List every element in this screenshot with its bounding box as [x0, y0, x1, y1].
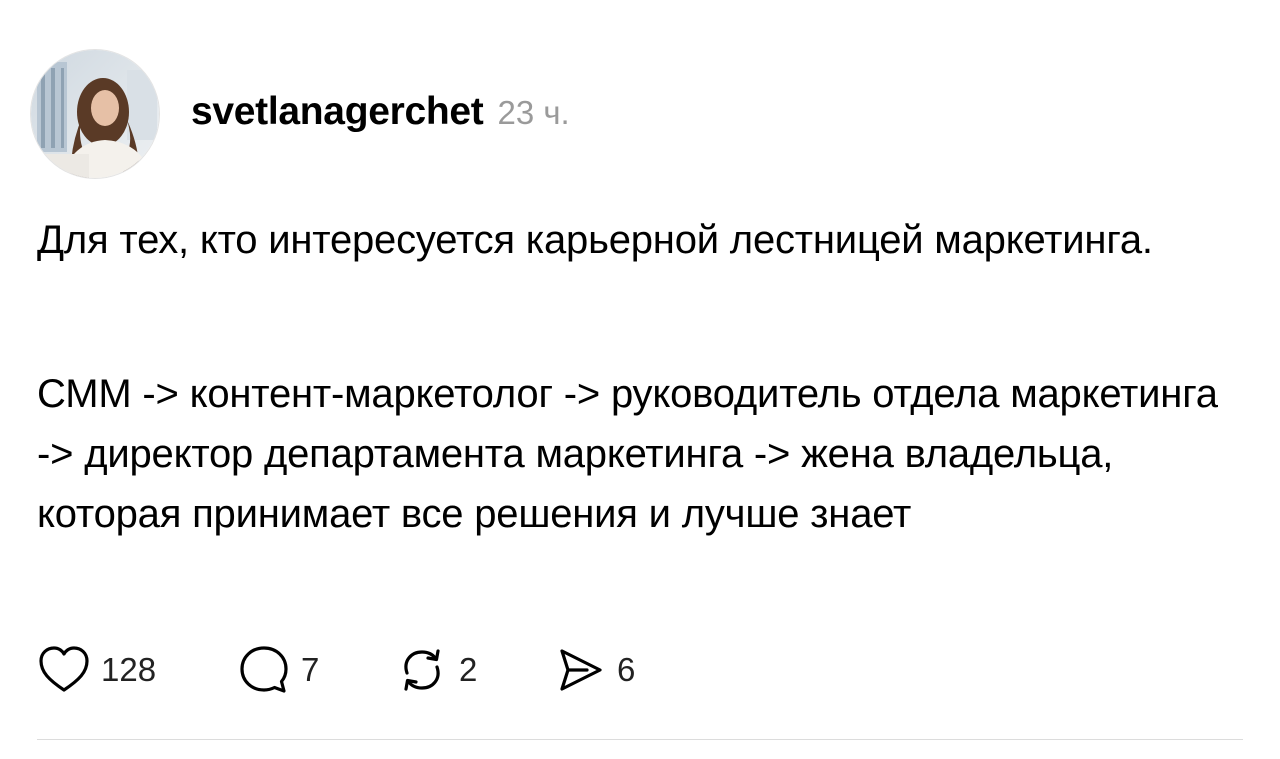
repost-button[interactable]: 2 [395, 643, 553, 697]
like-count: 128 [101, 651, 157, 688]
send-icon [553, 643, 607, 697]
avatar[interactable] [30, 49, 160, 179]
comment-count: 7 [301, 651, 320, 688]
comment-button[interactable]: 7 [237, 643, 395, 697]
action-bar: 128 7 2 6 [37, 640, 635, 700]
comment-bubble-icon [237, 643, 291, 697]
avatar-photo [31, 50, 159, 178]
author-line: svetlanagerchet 23 ч. [191, 90, 570, 140]
divider [37, 739, 1243, 740]
post-card: svetlanagerchet 23 ч. Для тех, кто интер… [0, 0, 1280, 759]
repost-count: 2 [459, 651, 478, 688]
timestamp: 23 ч. [497, 94, 570, 131]
heart-icon [37, 643, 91, 697]
username[interactable]: svetlanagerchet [191, 90, 484, 134]
like-button[interactable]: 128 [37, 643, 237, 697]
share-count: 6 [617, 651, 636, 688]
post-paragraph: Для тех, кто интересуется карьерной лест… [37, 218, 1153, 262]
repost-icon [395, 643, 449, 697]
post-paragraph: СММ -> контент-маркетолог -> руководител… [37, 372, 1218, 536]
share-button[interactable]: 6 [553, 643, 635, 697]
